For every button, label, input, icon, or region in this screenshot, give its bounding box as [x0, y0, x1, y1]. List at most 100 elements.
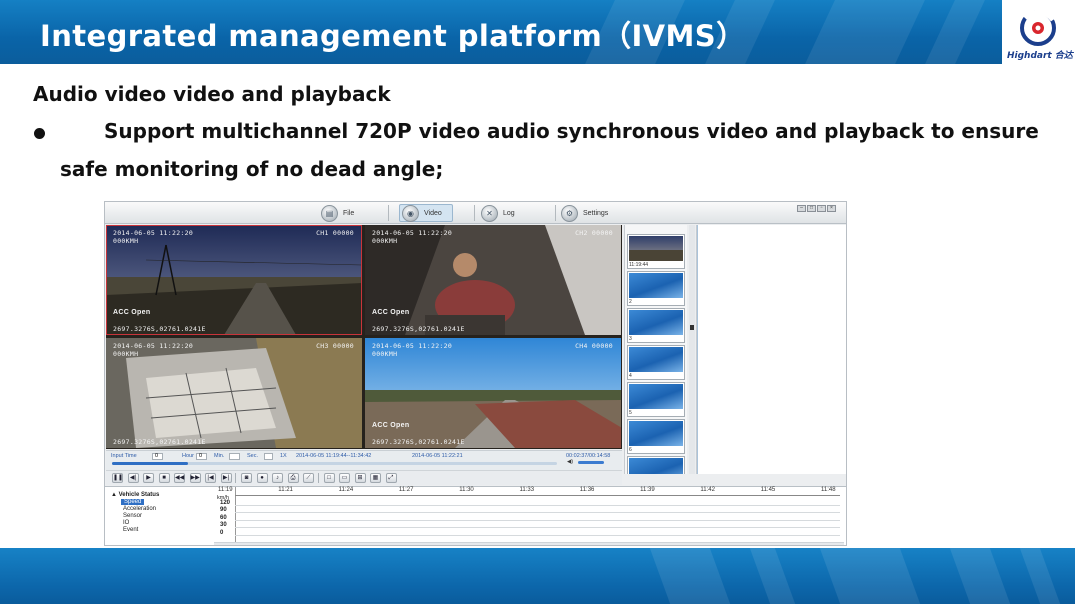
timeline-y-label: 120 [220, 500, 231, 506]
skip-end-icon[interactable]: ▶| [220, 473, 232, 483]
single-view-icon[interactable]: □ [323, 473, 335, 483]
tree-item-speed[interactable]: Speed [121, 499, 145, 505]
second-label: Sec. [247, 453, 259, 459]
pause-icon[interactable]: ❚❚ [112, 473, 123, 483]
thumbnail-image [629, 384, 683, 409]
speed-timeline: km/h 11:19 11:21 11:24 11:27 11:30 11:33 11:36… [214, 487, 844, 545]
stop-icon[interactable]: ■ [158, 473, 170, 483]
osd-timestamp: 2014-06-05 11:22:20 [372, 342, 453, 350]
bullet-icon [34, 128, 45, 139]
osd-gps: 2697.3276S,02761.0241E [372, 325, 465, 333]
video-channel-4[interactable]: 2014-06-05 11:22:20 000KMH CH4 00000 ACC… [365, 338, 621, 448]
footer-banner [0, 548, 1075, 604]
thumbnail-item[interactable]: 2 [627, 271, 685, 306]
title-banner: Integrated management platform（IVMS） [0, 0, 1002, 64]
volume-slider[interactable] [578, 461, 604, 464]
toolbar-settings[interactable]: ⚙ Settings [561, 204, 608, 222]
tree-item-event[interactable]: Event [123, 527, 138, 533]
highdart-logo-icon [1020, 9, 1056, 46]
thumbnail-item[interactable]: 5 [627, 382, 685, 417]
logo-text: Highdart 合达 [1007, 51, 1073, 61]
osd-acc-status: ACC Open [372, 309, 410, 316]
thumbnail-item[interactable]: 4 [627, 345, 685, 380]
prev-frame-icon[interactable]: ◀| [127, 473, 139, 483]
tree-root[interactable]: ▲ Vehicle Status [111, 492, 159, 498]
timeline-y-label: 0 [220, 530, 224, 536]
maximize-icon[interactable]: □ [807, 205, 816, 212]
slide-title: Integrated management platform（IVMS） [40, 19, 746, 53]
snapshot-icon[interactable]: ◙ [241, 473, 252, 483]
record-icon[interactable]: ● [256, 473, 268, 483]
chart-icon[interactable]: ⟋ [303, 473, 314, 483]
forward-icon[interactable]: ▶▶ [189, 473, 201, 483]
osd-timestamp: 2014-06-05 11:22:20 [372, 229, 453, 237]
timeline-time-label: 11:48 [821, 487, 836, 493]
print-icon[interactable]: ⎙ [287, 473, 299, 483]
bullet-text-line1: Support multichannel 720P video audio sy… [104, 119, 1039, 143]
osd-speed: 000KMH [372, 350, 398, 358]
timeline-y-label: 90 [220, 507, 227, 513]
status-panel: ▲ Vehicle Status Speed Acceleration Sens… [105, 486, 846, 545]
video-channel-1[interactable]: 2014-06-05 11:22:20 000KMH CH1 00000 ACC… [106, 225, 362, 335]
timeline-y-label: 30 [220, 522, 227, 528]
dual-view-icon[interactable]: ▭ [339, 473, 350, 483]
thumbnail-scrollbar[interactable] [689, 225, 695, 474]
time-range: 2014-06-05 11:19:44--11:34:42 [296, 453, 372, 459]
minimize-icon[interactable]: – [797, 205, 806, 212]
toolbar-file-label: File [343, 209, 355, 217]
osd-speed: 000KMH [113, 237, 139, 245]
restore-icon[interactable]: ▫ [817, 205, 826, 212]
app-toolbar: ▤ File ◉ Video ✕ Log ⚙ Settings – □ ▫ × [105, 202, 846, 224]
nine-view-icon[interactable]: ▦ [370, 473, 381, 483]
toolbar-video[interactable]: ◉ Video [399, 204, 453, 222]
osd-speed: 000KMH [372, 237, 398, 245]
section-subheading: Audio video video and playback [33, 82, 391, 106]
tree-item-io[interactable]: IO [123, 520, 129, 526]
video-channel-3[interactable]: 2014-06-05 11:22:20 000KMH CH3 00000 269… [106, 338, 362, 448]
video-channel-2[interactable]: 2014-06-05 11:22:20 000KMH CH2 00000 ACC… [365, 225, 621, 335]
thumbnail-list: 11:19:44 2 3 4 5 6 [624, 225, 687, 474]
rewind-icon[interactable]: ◀◀ [174, 473, 185, 483]
osd-channel: CH2 00000 [575, 229, 613, 237]
timeline-time-label: 11:24 [338, 487, 354, 493]
close-icon[interactable]: × [827, 205, 836, 212]
current-time: 2014-06-05 11:22:21 [412, 453, 463, 459]
play-icon[interactable]: ▶ [143, 473, 154, 483]
timeline-time-label: 11:39 [640, 487, 655, 493]
toolbar-log[interactable]: ✕ Log [481, 204, 515, 222]
osd-timestamp: 2014-06-05 11:22:20 [113, 342, 194, 350]
tree-item-acceleration[interactable]: Acceleration [123, 506, 156, 512]
thumbnail-item[interactable]: 11:19:44 [627, 234, 685, 269]
thumbnail-image [629, 458, 683, 474]
hour-label: Hour [182, 453, 194, 459]
audio-icon[interactable]: ♪ [272, 473, 283, 483]
vehicle-status-tree: ▲ Vehicle Status Speed Acceleration Sens… [107, 489, 211, 545]
company-logo: Highdart 合达 [1002, 0, 1075, 64]
folder-icon: ▤ [321, 204, 338, 222]
toolbar-log-label: Log [503, 209, 515, 217]
thumbnail-item[interactable]: 6 [627, 419, 685, 454]
thumbnail-image [629, 421, 683, 446]
progress-slider[interactable] [112, 462, 557, 465]
bullet-text-line2: safe monitoring of no dead angle; [60, 157, 444, 181]
skip-start-icon[interactable]: |◀ [205, 473, 216, 483]
toolbar-file[interactable]: ▤ File [321, 204, 354, 222]
toolbar-settings-label: Settings [583, 209, 609, 217]
thumbnail-image [629, 236, 683, 261]
quad-view-icon[interactable]: ⊞ [354, 473, 366, 483]
tree-item-sensor[interactable]: Sensor [123, 513, 142, 519]
timeline-time-label: 11:42 [700, 487, 715, 493]
fullscreen-icon[interactable]: ⤢ [385, 473, 397, 483]
second-input[interactable] [229, 453, 240, 460]
thumbnail-image [629, 347, 683, 372]
timeline-time-label: 11:36 [579, 487, 595, 493]
thumbnail-image [629, 273, 683, 298]
osd-acc-status: ACC Open [113, 309, 151, 316]
go-button[interactable] [264, 453, 273, 460]
osd-gps: 2697.3276S,02761.0241E [372, 438, 465, 446]
osd-timestamp: 2014-06-05 11:22:20 [113, 229, 194, 237]
osd-acc-status: ACC Open [372, 422, 410, 429]
thumbnail-item[interactable]: 3 [627, 308, 685, 343]
thumbnail-item[interactable] [627, 456, 685, 474]
timeline-scrollbar[interactable] [214, 542, 844, 545]
